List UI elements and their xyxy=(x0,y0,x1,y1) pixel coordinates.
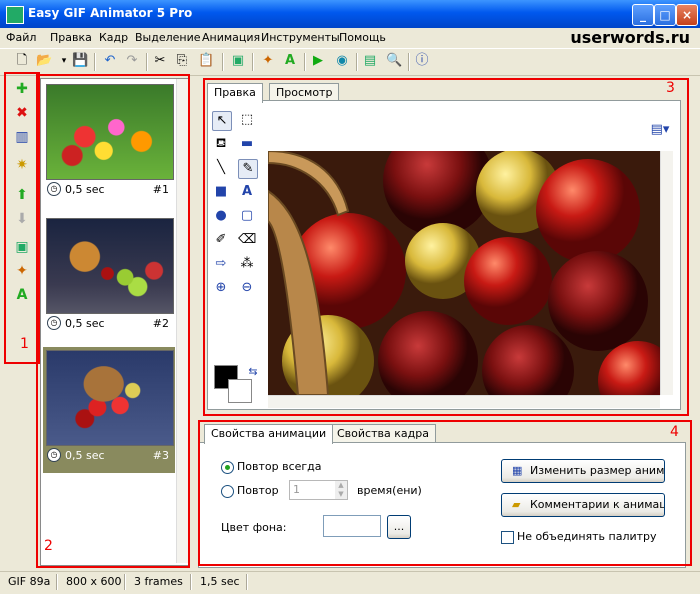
annotation-label-4: 4 xyxy=(670,424,679,440)
paste-icon[interactable]: 📋 xyxy=(198,53,214,69)
magic-wand-icon[interactable]: ✦ xyxy=(260,53,276,69)
window-title: Easy GIF Animator 5 Pro xyxy=(28,6,193,20)
new-icon[interactable]: 🗋 xyxy=(14,53,30,69)
menu-tools[interactable]: Инструменты xyxy=(261,31,340,44)
tab-animation-properties[interactable]: Свойства анимации xyxy=(204,424,334,444)
annotation-label-2: 2 xyxy=(44,538,53,554)
annotation-box-1 xyxy=(4,72,40,364)
close-button[interactable]: × xyxy=(676,4,698,26)
menu-bar: Файл Правка Кадр Выделение Анимация Инст… xyxy=(0,28,700,48)
app-icon xyxy=(6,6,24,24)
open-dropdown-icon[interactable]: ▾ xyxy=(56,53,72,69)
preview-browser-icon[interactable]: ◉ xyxy=(334,53,350,69)
menu-animation[interactable]: Анимация xyxy=(202,31,260,44)
help-icon[interactable]: ⓘ xyxy=(414,53,430,69)
annotation-box-2 xyxy=(36,74,190,568)
save-icon[interactable]: 💾 xyxy=(72,53,88,69)
open-folder-icon[interactable]: 📂 xyxy=(36,53,52,69)
app-window: Easy GIF Animator 5 Pro _ □ × Файл Правк… xyxy=(0,0,700,594)
minimize-button[interactable]: _ xyxy=(632,4,654,26)
play-icon[interactable]: ▶ xyxy=(310,53,326,69)
zoom-icon[interactable]: 🔍 xyxy=(386,53,402,69)
insert-image-icon[interactable]: ▣ xyxy=(230,53,246,69)
undo-icon[interactable]: ↶ xyxy=(102,53,118,69)
export-icon[interactable]: ▤ xyxy=(362,53,378,69)
annotation-label-1: 1 xyxy=(20,336,29,352)
tab-edit[interactable]: Правка xyxy=(207,83,263,103)
status-duration: 1,5 sec xyxy=(200,575,240,588)
status-dimensions: 800 x 600 xyxy=(66,575,122,588)
maximize-button[interactable]: □ xyxy=(654,4,676,26)
redo-icon[interactable]: ↷ xyxy=(124,53,140,69)
brand-watermark: userwords.ru xyxy=(570,28,690,47)
toolbar: 🗋 📂 ▾ 💾 ↶ ↷ ✂ ⎘ 📋 ▣ ✦ A ▶ ◉ ▤ 🔍 ⓘ xyxy=(0,48,700,76)
status-format: GIF 89a xyxy=(8,575,51,588)
copy-icon[interactable]: ⎘ xyxy=(174,53,190,69)
menu-selection[interactable]: Выделение xyxy=(135,31,201,44)
status-bar: GIF 89a 800 x 600 3 frames 1,5 sec xyxy=(0,571,700,594)
menu-help[interactable]: Помощь xyxy=(339,31,386,44)
text-effect-icon[interactable]: A xyxy=(282,53,298,69)
menu-file[interactable]: Файл xyxy=(6,31,36,44)
menu-edit[interactable]: Правка xyxy=(50,31,92,44)
cut-icon[interactable]: ✂ xyxy=(152,53,168,69)
annotation-box-3 xyxy=(203,78,689,416)
annotation-label-3: 3 xyxy=(666,80,675,96)
status-frames: 3 frames xyxy=(134,575,183,588)
title-bar: Easy GIF Animator 5 Pro _ □ × xyxy=(0,0,700,28)
menu-frame[interactable]: Кадр xyxy=(99,31,128,44)
